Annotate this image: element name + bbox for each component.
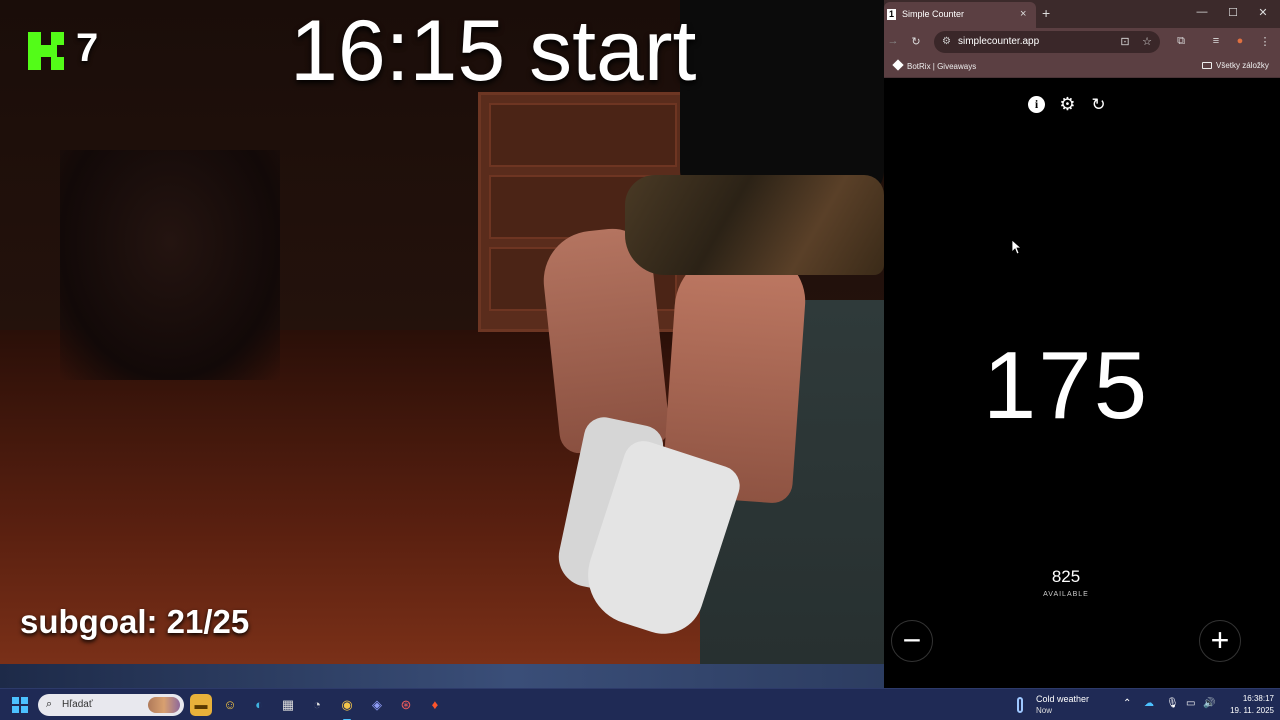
viewer-count: 7 <box>76 26 99 70</box>
increment-button[interactable]: + <box>1199 620 1241 662</box>
tab-title: Simple Counter <box>902 9 965 19</box>
brave-browser-icon[interactable]: ♦ <box>424 694 446 716</box>
bookmark-botrix[interactable]: BotRix | Giveaways <box>892 59 976 71</box>
tab-favicon: 1 <box>887 9 896 20</box>
speedometer-icon[interactable]: ◔ <box>306 694 328 716</box>
clock-date[interactable]: 19. 11. 2025 <box>1222 706 1274 715</box>
network-icon[interactable]: ▭ <box>1186 698 1195 709</box>
new-tab-button[interactable]: + <box>1042 5 1050 21</box>
person-shorts <box>625 175 884 275</box>
cloud-icon[interactable]: ☁ <box>1144 698 1154 709</box>
extensions-icon[interactable]: ⧉ <box>1174 35 1188 48</box>
chair <box>60 150 280 380</box>
media-control-icon[interactable]: ≡ <box>1209 35 1223 47</box>
decrement-button[interactable]: − <box>891 620 933 662</box>
store-icon[interactable]: ▦ <box>277 694 299 716</box>
edge-browser-icon[interactable]: ◐ <box>248 694 270 716</box>
maximize-button[interactable]: ☐ <box>1226 6 1240 19</box>
weather-title[interactable]: Cold weather <box>1036 694 1089 704</box>
weather-subtitle: Now <box>1036 706 1053 715</box>
counter-value: 175 <box>982 332 1150 439</box>
url-text: simplecounter.app <box>958 36 1040 47</box>
bookmarks-bar: BotRix | Giveaways Všetky záložky <box>884 56 1280 78</box>
emoji-app-icon[interactable]: ☺ <box>219 694 241 716</box>
tab-close-icon[interactable]: × <box>1020 8 1026 20</box>
folder-icon <box>1202 62 1212 69</box>
search-placeholder: Hľadať <box>62 699 93 710</box>
discord-icon[interactable]: ◈ <box>366 694 388 716</box>
windows-start-icon[interactable] <box>12 697 28 713</box>
clock-time[interactable]: 16:38:17 <box>1226 694 1274 703</box>
browser-window: 1 Simple Counter × + — ☐ ✕ → ↻ ⚙ simplec… <box>884 0 1280 688</box>
tray-chevron-icon[interactable]: ⌃ <box>1123 698 1131 709</box>
site-info-icon[interactable]: ⚙ <box>942 36 951 47</box>
file-explorer-icon[interactable]: ▬ <box>190 694 212 716</box>
forward-icon[interactable]: → <box>886 35 900 47</box>
start-time-title: 16:15 start <box>290 3 697 99</box>
microphone-icon[interactable]: 🎙 <box>1166 698 1179 709</box>
browser-toolbar: → ↻ ⚙ simplecounter.app ⊡ ☆ ⧉ ≡ ● ⋮ <box>884 28 1280 56</box>
search-icon: ⌕ <box>46 698 53 710</box>
volume-icon[interactable]: 🔊 <box>1203 698 1215 709</box>
install-app-icon[interactable]: ⊡ <box>1118 35 1132 48</box>
available-label: AVAILABLE <box>1043 591 1089 598</box>
chrome-browser-icon[interactable]: ◉ <box>336 694 358 720</box>
refresh-icon[interactable]: ↻ <box>1090 96 1107 113</box>
search-highlight-image <box>148 697 180 713</box>
obs-icon[interactable]: ⊛ <box>395 694 417 716</box>
all-bookmarks[interactable]: Všetky záložky <box>1202 61 1269 70</box>
kick-logo-icon <box>28 32 64 70</box>
reload-icon[interactable]: ↻ <box>909 35 923 48</box>
info-icon[interactable]: i <box>1028 96 1045 113</box>
profile-avatar-icon[interactable]: ● <box>1233 35 1247 47</box>
available-value: 825 <box>1051 567 1081 586</box>
thermometer-icon[interactable] <box>1017 697 1023 713</box>
webcam-feed: 7 16:15 start subgoal: 21/25 <box>0 0 884 664</box>
screen: 7 16:15 start subgoal: 21/25 1 Simple Co… <box>0 0 1280 720</box>
gear-icon[interactable]: ⚙ <box>1059 95 1076 113</box>
tab-bar: 1 Simple Counter × + — ☐ ✕ <box>884 0 1280 28</box>
mouse-cursor-icon <box>1012 240 1022 254</box>
close-window-button[interactable]: ✕ <box>1256 6 1270 19</box>
minimize-button[interactable]: — <box>1195 6 1209 18</box>
taskbar-search[interactable]: ⌕ Hľadať <box>38 694 184 716</box>
botrix-icon <box>892 59 904 71</box>
subgoal-text: subgoal: 21/25 <box>20 603 250 640</box>
tab-simple-counter[interactable]: 1 Simple Counter × <box>884 2 1036 28</box>
bookmark-star-icon[interactable]: ☆ <box>1140 35 1154 48</box>
menu-kebab-icon[interactable]: ⋮ <box>1258 35 1272 48</box>
person-shirt <box>680 0 884 200</box>
counter-app: i ⚙ ↻ 175 825 AVAILABLE − + <box>884 79 1280 688</box>
taskbar: ⌕ Hľadať ▬ ☺ ◐ ▦ ◔ ◉ ◈ ⊛ ♦ Cold weather … <box>0 688 1280 720</box>
